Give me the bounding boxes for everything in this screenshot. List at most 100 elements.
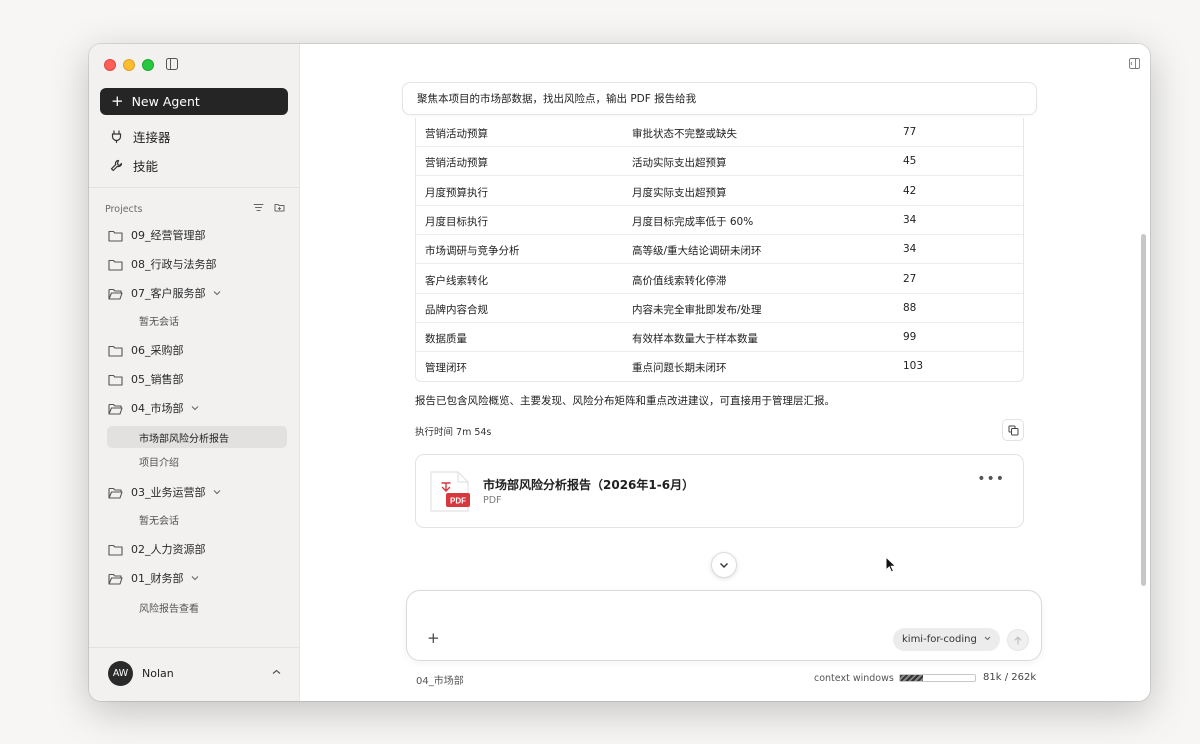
- chat-panel: 聚焦本项目的市场部数据，找出风险点，输出 PDF 报告给我 营销活动预算 审批状态…: [300, 44, 1150, 701]
- table-row: 数据质量 有效样本数量大于样本数量 99: [416, 323, 1023, 353]
- risk-area-cell: 营销活动预算: [425, 128, 488, 140]
- user-menu[interactable]: AW Nolan: [108, 660, 283, 686]
- session-item: 暂无会话: [107, 309, 287, 331]
- minimize-window-button[interactable]: [123, 59, 135, 71]
- file-attachment-card[interactable]: PDF 市场部风险分析报告（2026年1-6月） PDF •••: [415, 454, 1024, 528]
- nav-item-connectors[interactable]: 连接器: [100, 123, 288, 149]
- table-row: 品牌内容合规 内容未完全审批即发布/处理 88: [416, 294, 1023, 323]
- file-title: 市场部风险分析报告（2026年1-6月）: [483, 478, 695, 492]
- zoom-window-button[interactable]: [142, 59, 154, 71]
- copy-button[interactable]: [1002, 419, 1024, 441]
- project-item-07[interactable]: 07_客户服务部: [108, 282, 286, 304]
- risk-area-cell: 月度目标执行: [425, 215, 488, 228]
- filter-icon[interactable]: [253, 202, 264, 213]
- folder-icon: [108, 544, 123, 556]
- session-item[interactable]: 项目介绍: [107, 450, 287, 472]
- project-item-01[interactable]: 01_财务部: [108, 567, 286, 589]
- folder-icon: [108, 374, 123, 386]
- table-row: 市场调研与竞争分析 高等级/重大结论调研未闭环 34: [416, 235, 1023, 265]
- send-button[interactable]: [1007, 629, 1029, 651]
- session-label: 项目介绍: [139, 457, 179, 469]
- summary-text: 报告已包含风险概览、主要发现、风险分布矩阵和重点改进建议，可直接用于管理层汇报。: [415, 395, 835, 407]
- sidebar-toggle-icon[interactable]: [166, 58, 178, 70]
- projects-header: Projects: [105, 202, 285, 216]
- user-prompt-bubble: 聚焦本项目的市场部数据，找出风险点，输出 PDF 报告给我: [402, 82, 1037, 115]
- folder-icon: [108, 230, 123, 242]
- count-cell: 45: [903, 155, 917, 168]
- project-name: 04_市场部: [131, 402, 184, 415]
- user-prompt-text: 聚焦本项目的市场部数据，找出风险点，输出 PDF 报告给我: [417, 93, 697, 105]
- app-window: + New Agent 连接器 技能 Projects 09_经营管理部 08_…: [89, 44, 1150, 701]
- chevron-down-icon[interactable]: [191, 405, 199, 411]
- execution-time: 执行时间 7m 54s: [415, 427, 492, 438]
- folder-open-icon: [108, 573, 123, 585]
- project-name: 09_经营管理部: [131, 229, 206, 242]
- new-folder-icon[interactable]: [274, 202, 285, 213]
- risk-area-cell: 品牌内容合规: [425, 303, 488, 316]
- message-composer[interactable]: + kimi-for-coding: [406, 590, 1042, 661]
- session-label: 暂无会话: [139, 515, 179, 527]
- chevron-down-icon[interactable]: [213, 290, 221, 296]
- session-item[interactable]: 风险报告查看: [107, 596, 287, 618]
- avatar: AW: [108, 660, 133, 686]
- risk-area-cell: 客户线索转化: [425, 274, 488, 287]
- count-cell: 99: [903, 331, 917, 344]
- folder-open-icon: [108, 288, 123, 300]
- project-name: 02_人力资源部: [131, 543, 206, 556]
- project-item-04[interactable]: 04_市场部: [108, 397, 286, 419]
- new-agent-button[interactable]: + New Agent: [100, 88, 288, 115]
- count-cell: 77: [903, 126, 917, 138]
- risk-item-cell: 月度目标完成率低于 60%: [632, 215, 754, 228]
- risk-item-cell: 审批状态不完整或缺失: [632, 128, 737, 140]
- arrow-up-icon: [1014, 635, 1022, 645]
- project-item-09[interactable]: 09_经营管理部: [108, 224, 286, 246]
- chevron-down-icon: [984, 636, 991, 641]
- project-item-05[interactable]: 05_销售部: [108, 368, 286, 390]
- wrench-icon: [110, 159, 123, 171]
- count-cell: 42: [903, 184, 917, 197]
- risk-table: 营销活动预算 审批状态不完整或缺失 77 营销活动预算 活动实际支出超预算 45 月度预算执…: [415, 118, 1024, 382]
- scrollbar-thumb[interactable]: [1141, 234, 1146, 586]
- plus-icon: +: [111, 92, 124, 110]
- chevron-up-icon[interactable]: [272, 669, 281, 675]
- risk-area-cell: 数据质量: [425, 333, 467, 346]
- close-window-button[interactable]: [104, 59, 116, 71]
- project-item-02[interactable]: 02_人力资源部: [108, 538, 286, 560]
- nav-item-label: 连接器: [133, 129, 171, 145]
- chevron-down-icon[interactable]: [213, 489, 221, 495]
- table-row: 月度预算执行 月度实际支出超预算 42: [416, 177, 1023, 206]
- count-cell: 27: [903, 272, 917, 285]
- session-label: 市场部风险分析报告: [139, 433, 229, 445]
- attach-plus-icon[interactable]: +: [427, 631, 440, 646]
- nav-item-skills[interactable]: 技能: [100, 152, 288, 178]
- scroll-to-bottom-button[interactable]: [711, 552, 737, 578]
- count-cell: 34: [903, 243, 917, 256]
- folder-icon: [108, 345, 123, 357]
- sidebar: + New Agent 连接器 技能 Projects 09_经营管理部 08_…: [89, 44, 300, 701]
- pdf-file-icon: PDF: [430, 471, 470, 512]
- more-options-icon[interactable]: •••: [977, 471, 1005, 487]
- copy-icon: [1008, 425, 1018, 435]
- table-row: 客户线索转化 高价值线索转化停滞 27: [416, 265, 1023, 294]
- risk-area-cell: 管理闭环: [425, 362, 467, 375]
- session-item-active[interactable]: 市场部风险分析报告: [107, 426, 287, 448]
- project-name: 03_业务运营部: [131, 486, 206, 499]
- project-item-08[interactable]: 08_行政与法务部: [108, 253, 286, 275]
- context-usage-bar: [899, 674, 976, 682]
- chevron-down-icon[interactable]: [191, 575, 199, 581]
- project-item-06[interactable]: 06_采购部: [108, 339, 286, 361]
- user-name: Nolan: [142, 666, 174, 680]
- right-panel-toggle-icon[interactable]: [1129, 58, 1140, 69]
- model-selector[interactable]: kimi-for-coding: [893, 628, 1000, 651]
- project-name: 06_采购部: [131, 344, 184, 357]
- folder-open-icon: [108, 487, 123, 499]
- project-item-03[interactable]: 03_业务运营部: [108, 481, 286, 503]
- file-type: PDF: [483, 495, 502, 506]
- context-window-label: context windows: [814, 673, 894, 684]
- risk-item-cell: 有效样本数量大于样本数量: [632, 333, 758, 346]
- current-project-label: 04_市场部: [416, 676, 464, 687]
- folder-icon: [108, 259, 123, 271]
- risk-item-cell: 月度实际支出超预算: [632, 186, 727, 199]
- risk-item-cell: 内容未完全审批即发布/处理: [632, 303, 762, 316]
- count-cell: 34: [903, 213, 917, 226]
